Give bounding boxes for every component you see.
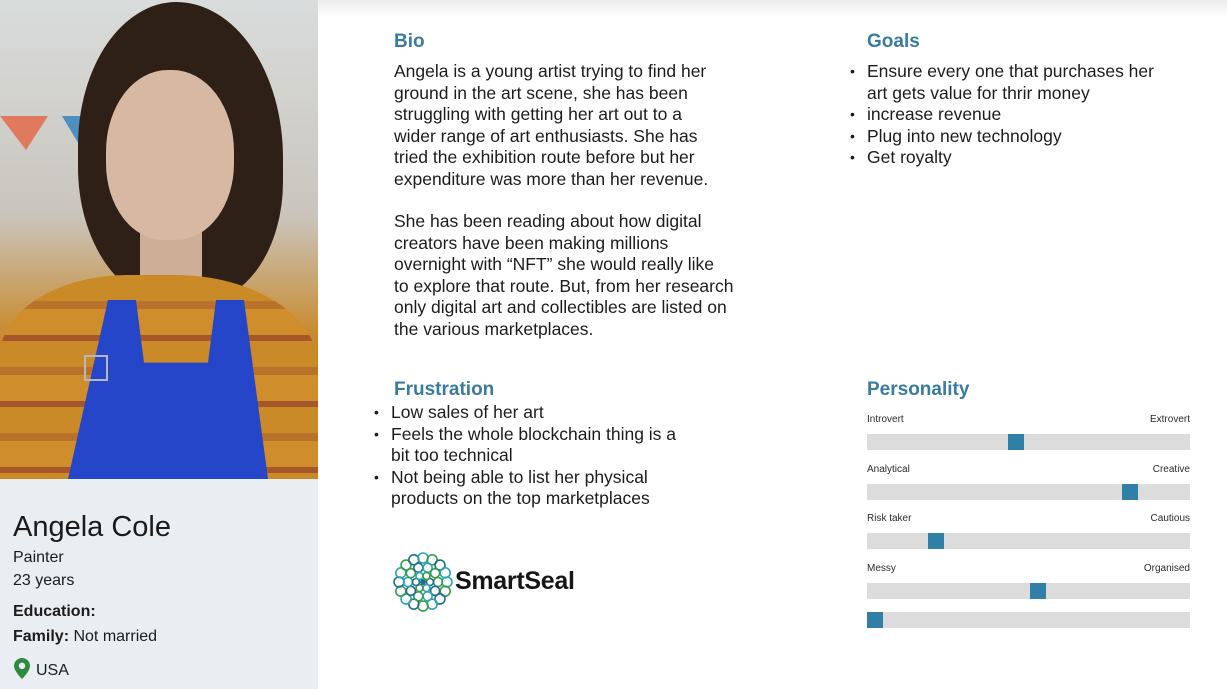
goal-item: Plug into new technology xyxy=(850,126,1154,148)
slider-left-label: Analytical xyxy=(867,464,910,475)
family-label: Family: xyxy=(13,628,70,645)
personality-slider-knob[interactable] xyxy=(1122,484,1138,500)
personality-slider-knob[interactable] xyxy=(928,533,944,549)
persona-location: USA xyxy=(36,662,69,679)
slider-left-label: Messy xyxy=(867,563,896,574)
family-value: Not married xyxy=(73,628,158,645)
goal-item: increase revenue xyxy=(850,104,1154,126)
frustration-item: Feels the whole blockchain thing is abit… xyxy=(374,424,676,467)
education-label: Education: xyxy=(13,603,96,620)
frustration-list: Low sales of her art Feels the whole blo… xyxy=(374,402,676,510)
personality-slider-track[interactable] xyxy=(867,484,1190,500)
frustration-heading: Frustration xyxy=(394,379,495,400)
bio-paragraph-2: She has been reading about how digital cr… xyxy=(394,211,734,339)
persona-age: 23 years xyxy=(13,572,75,589)
personality-slider-track[interactable] xyxy=(867,533,1190,549)
bio-heading: Bio xyxy=(394,31,425,52)
personality-slider-track[interactable] xyxy=(867,583,1190,599)
persona-photo xyxy=(0,0,318,479)
personality-slider-knob[interactable] xyxy=(867,612,883,628)
personality-slider-track[interactable] xyxy=(867,612,1190,628)
slider-right-label: Creative xyxy=(1152,464,1190,475)
goals-heading: Goals xyxy=(867,31,920,52)
frustration-item: Low sales of her art xyxy=(374,402,676,424)
goal-item: Ensure every one that purchases herart g… xyxy=(850,61,1154,104)
personality-heading: Personality xyxy=(867,379,970,400)
bio-paragraph-1: Angela is a young artist trying to find … xyxy=(394,61,709,189)
family-line: Family: Not married xyxy=(13,628,157,646)
personality-slider-track[interactable] xyxy=(867,434,1190,450)
slider-left-label: Introvert xyxy=(867,414,904,425)
top-shadow xyxy=(318,0,1227,18)
personality-slider-knob[interactable] xyxy=(1030,583,1046,599)
frustration-item: Not being able to list her physicalprodu… xyxy=(374,467,676,510)
goals-list: Ensure every one that purchases herart g… xyxy=(850,61,1154,169)
personality-slider-knob[interactable] xyxy=(1008,434,1024,450)
logo-text: SmartSeal xyxy=(455,567,575,595)
smartseal-logo-icon xyxy=(393,552,453,612)
goal-item: Get royalty xyxy=(850,147,1154,169)
persona-occupation: Painter xyxy=(13,549,64,566)
persona-name: Angela Cole xyxy=(13,511,171,543)
location-pin-icon xyxy=(14,658,30,679)
slider-right-label: Cautious xyxy=(1150,513,1190,524)
slider-left-label: Risk taker xyxy=(867,513,912,524)
slider-right-label: Organised xyxy=(1143,563,1190,574)
slider-right-label: Extrovert xyxy=(1149,414,1190,425)
